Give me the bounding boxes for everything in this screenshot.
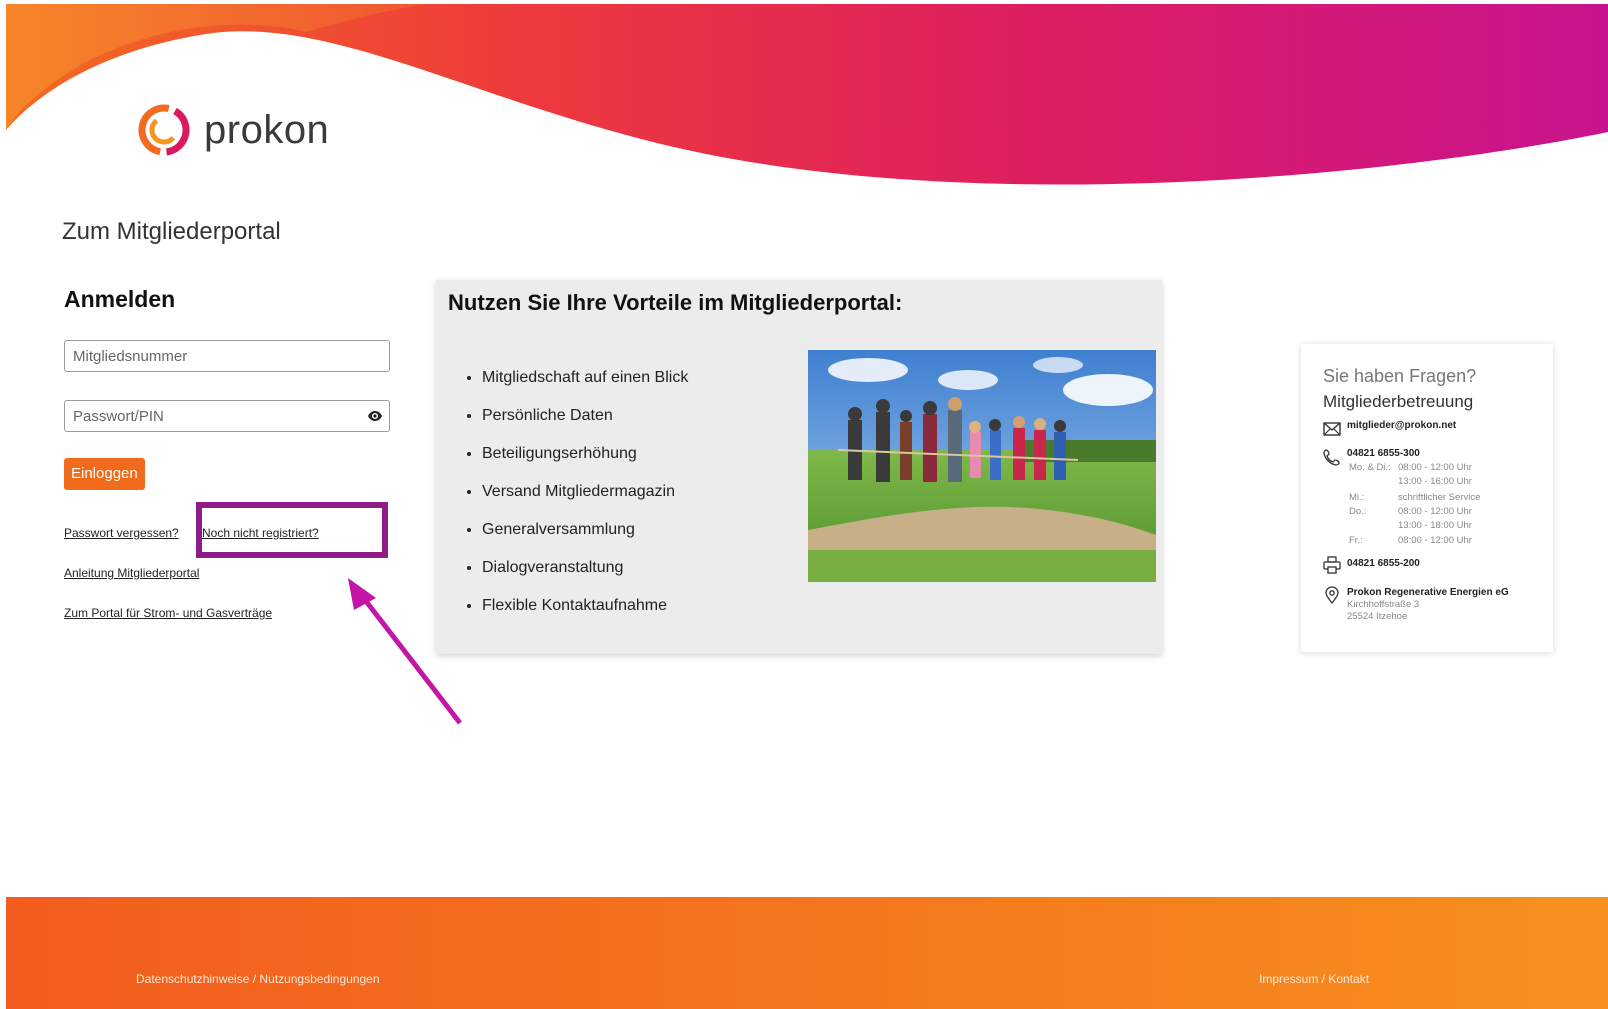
portal-guide-link[interactable]: Anleitung Mitgliederportal — [64, 566, 199, 580]
privacy-terms-link[interactable]: Datenschutzhinweise / Nutzungsbedingunge… — [136, 972, 380, 986]
member-number-input[interactable] — [65, 341, 361, 371]
family-tug-of-war-photo — [808, 350, 1156, 582]
contact-street: Kirchhoffstraße 3 — [1347, 599, 1420, 610]
hours-time: 13:00 - 18:00 Uhr — [1398, 520, 1472, 531]
login-panel: Anmelden Einloggen Passwort vergessen? N… — [64, 286, 394, 620]
benefit-item: Flexible Kontaktaufnahme — [482, 594, 688, 632]
hours-time: 08:00 - 12:00 Uhr — [1398, 462, 1472, 473]
hours-time: schriftlicher Service — [1398, 492, 1481, 503]
page-title: Zum Mitgliederportal — [62, 218, 281, 245]
fax-icon — [1323, 556, 1341, 574]
footer: Datenschutzhinweise / Nutzungsbedingunge… — [6, 897, 1608, 1009]
energy-portal-link[interactable]: Zum Portal für Strom- und Gasverträge — [64, 606, 272, 620]
benefits-card: Nutzen Sie Ihre Vorteile im Mitgliederpo… — [436, 280, 1162, 654]
phone-icon — [1323, 449, 1340, 466]
benefit-item: Generalversammlung — [482, 518, 688, 556]
contact-city: 25524 Itzehoe — [1347, 611, 1408, 622]
login-heading: Anmelden — [64, 286, 176, 312]
hours-time: 08:00 - 12:00 Uhr — [1398, 535, 1472, 546]
benefit-item: Beteiligungserhöhung — [482, 442, 688, 480]
annotation-highlight-box — [196, 502, 388, 558]
member-number-field — [64, 340, 390, 372]
benefit-item: Persönliche Daten — [482, 404, 688, 442]
contact-title: Sie haben Fragen? — [1323, 366, 1477, 386]
hours-day: Fr.: — [1349, 535, 1363, 546]
contact-fax: 04821 6855-200 — [1347, 558, 1420, 569]
brand-name: prokon — [204, 107, 330, 152]
contact-email[interactable]: mitglieder@prokon.net — [1347, 420, 1456, 431]
annotation-arrow-icon — [348, 578, 462, 725]
hours-day: Mo. & Di.: — [1349, 462, 1391, 473]
login-button[interactable]: Einloggen — [64, 458, 145, 490]
password-input[interactable] — [65, 401, 361, 431]
password-field — [64, 400, 390, 432]
location-pin-icon — [1325, 586, 1339, 604]
hours-time: 13:00 - 16:00 Uhr — [1398, 476, 1472, 487]
show-password-icon[interactable] — [367, 409, 383, 423]
hours-day: Mi.: — [1349, 492, 1365, 503]
benefits-heading: Nutzen Sie Ihre Vorteile im Mitgliederpo… — [448, 290, 903, 315]
benefit-item: Dialogveranstaltung — [482, 556, 688, 594]
contact-phone[interactable]: 04821 6855-300 — [1347, 448, 1420, 459]
benefit-item: Mitgliedschaft auf einen Blick — [482, 366, 688, 404]
hours-day: Do.: — [1349, 506, 1367, 517]
benefits-list: Mitgliedschaft auf einen Blick Persönlic… — [464, 366, 688, 632]
contact-company: Prokon Regenerative Energien eG — [1347, 587, 1509, 598]
prokon-logo-icon — [138, 104, 190, 156]
hours-time: 08:00 - 12:00 Uhr — [1398, 506, 1472, 517]
forgot-password-link[interactable]: Passwort vergessen? — [64, 526, 179, 540]
mail-icon — [1323, 422, 1341, 436]
contact-card: Sie haben Fragen? Mitgliederbetreuung mi… — [1301, 344, 1553, 652]
imprint-contact-link[interactable]: Impressum / Kontakt — [1259, 972, 1369, 986]
benefit-item: Versand Mitgliedermagazin — [482, 480, 688, 518]
contact-subtitle: Mitgliederbetreuung — [1323, 392, 1474, 411]
prokon-logo[interactable]: prokon — [132, 98, 329, 162]
